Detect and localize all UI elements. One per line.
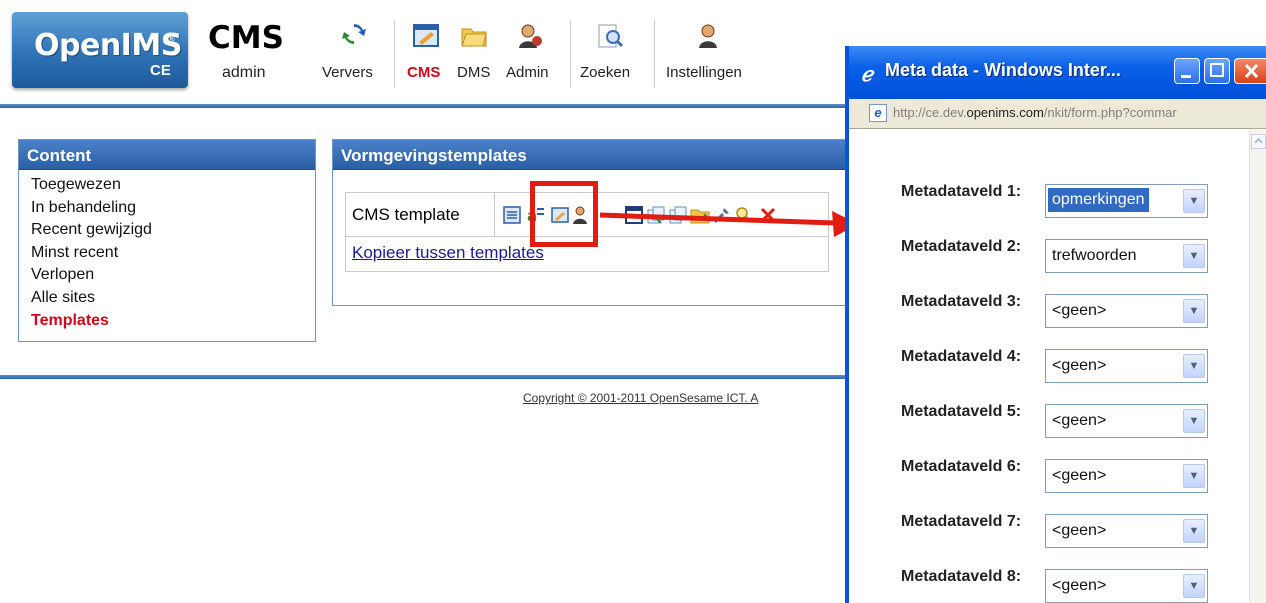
metadata-field-label: Metadataveld 2:: [901, 238, 1022, 255]
minimize-button[interactable]: [1174, 58, 1200, 84]
nav-item-recent-gewijzigd[interactable]: Recent gewijzigd: [31, 219, 303, 242]
metadata-field-3-select[interactable]: <geen> ▼: [1045, 294, 1208, 328]
metadata-field-label: Metadataveld 3:: [901, 293, 1022, 310]
metadata-field-row: Metadataveld 2: trefwoorden ▼: [901, 237, 1231, 289]
template-name: CMS template: [352, 205, 460, 224]
url-suffix: /nkit/form.php?commar: [1043, 105, 1177, 120]
popup-title: Meta data - Windows Inter...: [885, 60, 1121, 80]
close-icon: [1244, 63, 1259, 79]
metadata-field-8-select[interactable]: <geen> ▼: [1045, 569, 1208, 603]
chevron-down-icon[interactable]: ▼: [1183, 409, 1205, 433]
minimize-icon: [1181, 75, 1191, 78]
logo-edition: CE: [150, 62, 171, 79]
logo-name: OpenIMS: [34, 28, 182, 63]
metadata-field-row: Metadataveld 3: <geen> ▼: [901, 292, 1231, 344]
ie-logo-icon: ℯ: [861, 62, 873, 86]
page-icon: e: [869, 104, 887, 122]
select-value: <geen>: [1052, 522, 1107, 539]
nav-item-minst-recent[interactable]: Minst recent: [31, 242, 303, 265]
maximize-icon: [1210, 63, 1224, 77]
toolbar-label-ververs: Ververs: [322, 64, 373, 81]
toolbar-label-dms: DMS: [457, 64, 491, 81]
copyright-link[interactable]: Copyright © 2001-2011 OpenSesame ICT. A: [523, 391, 758, 405]
current-user: admin: [222, 64, 266, 81]
app-title: CMS: [208, 20, 284, 56]
copy-between-templates-link[interactable]: Kopieer tussen templates: [352, 243, 544, 263]
select-value: <geen>: [1052, 467, 1107, 484]
content-nav: Toegewezen In behandeling Recent gewijzi…: [19, 170, 315, 336]
metadata-field-row: Metadataveld 4: <geen> ▼: [901, 347, 1231, 399]
metadata-field-row: Metadataveld 7: <geen> ▼: [901, 512, 1231, 564]
address-url[interactable]: http://ce.dev.openims.com/nkit/form.php?…: [893, 105, 1177, 120]
url-domain: openims.com: [966, 105, 1044, 120]
chevron-down-icon[interactable]: ▼: [1183, 354, 1205, 378]
nav-item-toegewezen[interactable]: Toegewezen: [31, 174, 303, 197]
metadata-field-label: Metadataveld 4:: [901, 348, 1022, 365]
chevron-down-icon[interactable]: ▼: [1183, 519, 1205, 543]
metadata-field-5-select[interactable]: <geen> ▼: [1045, 404, 1208, 438]
chevron-up-icon: [1254, 137, 1263, 144]
metadata-field-4-select[interactable]: <geen> ▼: [1045, 349, 1208, 383]
logo-registered-mark: ®: [168, 34, 175, 44]
metadata-field-label: Metadataveld 7:: [901, 513, 1022, 530]
metadata-field-row: Metadataveld 5: <geen> ▼: [901, 402, 1231, 454]
toolbar-label-cms: CMS: [407, 64, 441, 81]
chevron-down-icon[interactable]: ▼: [1183, 189, 1205, 213]
nav-item-alle-sites[interactable]: Alle sites: [31, 287, 303, 310]
annotation-arrow-icon: [600, 211, 858, 237]
select-value: opmerkingen: [1048, 188, 1149, 212]
scroll-up-button[interactable]: [1251, 134, 1266, 149]
vertical-scrollbar[interactable]: [1249, 130, 1266, 603]
popup-titlebar[interactable]: ℯ Meta data - Windows Inter...: [849, 46, 1266, 99]
cms-edit-icon: [413, 24, 439, 47]
footer-divider: [0, 375, 860, 379]
toolbar-separator: [654, 20, 655, 88]
nav-item-templates[interactable]: Templates: [31, 310, 303, 333]
templates-panel-title: Vormgevingstemplates: [333, 140, 852, 170]
metadata-field-label: Metadataveld 6:: [901, 458, 1022, 475]
select-value: trefwoorden: [1052, 247, 1137, 264]
admin-user-icon: [519, 24, 542, 48]
select-value: <geen>: [1052, 357, 1107, 374]
close-button[interactable]: [1234, 58, 1266, 84]
chevron-down-icon[interactable]: ▼: [1183, 464, 1205, 488]
metadata-popup-window: ℯ Meta data - Windows Inter... e http://…: [845, 46, 1266, 603]
chevron-down-icon[interactable]: ▼: [1183, 299, 1205, 323]
highlight-box: [530, 181, 598, 247]
toolbar-label-admin: Admin: [506, 64, 549, 81]
metadata-field-row: Metadataveld 1: opmerkingen ▼: [901, 182, 1231, 234]
search-document-icon: [598, 24, 624, 48]
select-value: <geen>: [1052, 412, 1107, 429]
metadata-field-7-select[interactable]: <geen> ▼: [1045, 514, 1208, 548]
nav-item-in-behandeling[interactable]: In behandeling: [31, 197, 303, 220]
metadata-field-label: Metadataveld 5:: [901, 403, 1022, 420]
metadata-field-2-select[interactable]: trefwoorden ▼: [1045, 239, 1208, 273]
maximize-button[interactable]: [1204, 58, 1230, 84]
metadata-field-row: Metadataveld 6: <geen> ▼: [901, 457, 1231, 509]
chevron-down-icon[interactable]: ▼: [1183, 574, 1205, 598]
properties-icon[interactable]: [502, 205, 522, 225]
toolbar-separator: [394, 20, 395, 88]
address-bar[interactable]: e http://ce.dev.openims.com/nkit/form.ph…: [849, 99, 1266, 129]
select-value: <geen>: [1052, 302, 1107, 319]
toolbar-label-zoeken: Zoeken: [580, 64, 631, 81]
select-value: <geen>: [1052, 577, 1107, 594]
metadata-field-6-select[interactable]: <geen> ▼: [1045, 459, 1208, 493]
refresh-icon: [342, 24, 366, 44]
folder-icon: [461, 28, 487, 47]
content-panel: Content Toegewezen In behandeling Recent…: [18, 139, 316, 342]
metadata-field-row: Metadataveld 8: <geen> ▼: [901, 567, 1231, 603]
nav-item-verlopen[interactable]: Verlopen: [31, 264, 303, 287]
metadata-field-1-select[interactable]: opmerkingen ▼: [1045, 184, 1208, 218]
chevron-down-icon[interactable]: ▼: [1183, 244, 1205, 268]
settings-user-icon: [699, 24, 717, 48]
openims-logo[interactable]: OpenIMS ® CE: [12, 12, 188, 88]
metadata-field-label: Metadataveld 8:: [901, 568, 1022, 585]
toolbar-separator: [570, 20, 571, 88]
metadata-field-label: Metadataveld 1:: [901, 183, 1022, 200]
url-prefix: http://ce.dev.: [893, 105, 967, 120]
toolbar-label-instellingen: Instellingen: [666, 64, 742, 81]
content-panel-title: Content: [19, 140, 315, 170]
cell-divider: [494, 193, 495, 237]
